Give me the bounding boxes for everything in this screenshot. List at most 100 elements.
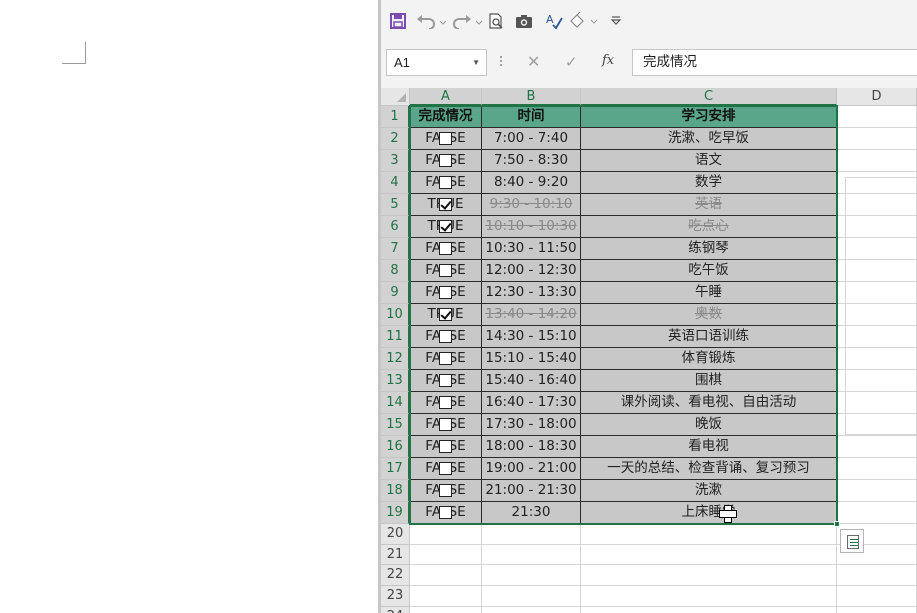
status-cell[interactable]: FALSE (410, 282, 482, 304)
status-checkbox[interactable] (439, 176, 452, 189)
empty-cell[interactable] (581, 524, 837, 545)
empty-cell[interactable] (837, 565, 917, 587)
status-checkbox[interactable] (439, 506, 452, 519)
time-cell[interactable]: 18:00 - 18:30 (482, 436, 581, 458)
status-cell[interactable]: FALSE (410, 436, 482, 458)
row-header[interactable]: 19 (381, 502, 410, 524)
customize-qat-icon[interactable] (609, 11, 623, 31)
fill-handle[interactable] (834, 521, 840, 527)
task-cell[interactable]: 吃点心 (581, 216, 837, 238)
status-cell[interactable]: FALSE (410, 392, 482, 414)
empty-cell[interactable] (837, 194, 917, 216)
document-page[interactable] (0, 0, 378, 613)
empty-cell[interactable] (581, 586, 837, 607)
empty-cell[interactable] (837, 458, 917, 480)
empty-cell[interactable] (482, 586, 581, 607)
task-cell[interactable]: 体育锻炼 (581, 348, 837, 370)
table-header-cell[interactable]: 完成情况 (410, 106, 482, 128)
empty-cell[interactable] (837, 414, 917, 436)
row-header[interactable]: 7 (381, 238, 410, 260)
task-cell[interactable]: 围棋 (581, 370, 837, 392)
empty-cell[interactable] (837, 392, 917, 414)
time-cell[interactable]: 12:00 - 12:30 (482, 260, 581, 282)
empty-cell[interactable] (837, 282, 917, 304)
empty-cell[interactable] (581, 606, 837, 613)
time-cell[interactable]: 7:00 - 7:40 (482, 128, 581, 150)
time-cell[interactable]: 7:50 - 8:30 (482, 150, 581, 172)
empty-cell[interactable] (410, 565, 482, 587)
row-header[interactable]: 12 (381, 348, 410, 370)
empty-cell[interactable] (837, 304, 917, 326)
cancel-icon[interactable]: ✕ (527, 53, 540, 71)
status-checkbox[interactable] (439, 286, 452, 299)
time-cell[interactable]: 10:30 - 11:50 (482, 238, 581, 260)
chevron-down-icon[interactable]: ▼ (472, 50, 480, 75)
worksheet-grid[interactable]: A B C D 1 2 3 4 5 6 7 8 9 10 11 12 13 14 15 16 17 18 19 20 21 22 2… (381, 88, 917, 613)
print-preview-icon[interactable] (487, 11, 505, 31)
empty-cell[interactable] (837, 586, 917, 607)
row-header[interactable]: 18 (381, 480, 410, 502)
empty-cell[interactable] (837, 480, 917, 502)
status-cell[interactable]: FALSE (410, 414, 482, 436)
empty-cell[interactable] (837, 216, 917, 238)
select-all-button[interactable] (381, 88, 410, 106)
row-header[interactable]: 16 (381, 436, 410, 458)
empty-cell[interactable] (837, 106, 917, 128)
time-cell[interactable]: 15:10 - 15:40 (482, 348, 581, 370)
empty-cell[interactable] (837, 150, 917, 172)
status-checkbox[interactable] (439, 308, 452, 321)
empty-cell[interactable] (837, 172, 917, 194)
column-header-d[interactable]: D (837, 88, 917, 106)
task-cell[interactable]: 课外阅读、看电视、自由活动 (581, 392, 837, 414)
status-checkbox[interactable] (439, 198, 452, 211)
row-header[interactable]: 11 (381, 326, 410, 348)
status-cell[interactable]: FALSE (410, 172, 482, 194)
task-cell[interactable]: 晚饭 (581, 414, 837, 436)
task-cell[interactable]: 吃午饭 (581, 260, 837, 282)
undo-icon[interactable] (415, 11, 449, 31)
status-cell[interactable]: FALSE (410, 260, 482, 282)
table-header-cell[interactable]: 时间 (482, 106, 581, 128)
quick-analysis-icon[interactable] (840, 529, 864, 553)
status-checkbox[interactable] (439, 154, 452, 167)
status-checkbox[interactable] (439, 330, 452, 343)
row-header[interactable]: 1 (381, 106, 410, 128)
insert-function-icon[interactable]: fx (602, 53, 614, 68)
task-cell[interactable]: 洗漱 (581, 480, 837, 502)
empty-cell[interactable] (837, 326, 917, 348)
row-header[interactable]: 23 (381, 586, 410, 607)
time-cell[interactable]: 19:00 - 21:00 (482, 458, 581, 480)
camera-icon[interactable] (514, 11, 534, 31)
formula-input[interactable]: 完成情况 (632, 49, 917, 76)
time-cell[interactable]: 21:00 - 21:30 (482, 480, 581, 502)
time-cell[interactable]: 14:30 - 15:10 (482, 326, 581, 348)
task-cell[interactable]: 看电视 (581, 436, 837, 458)
empty-cell[interactable] (837, 370, 917, 392)
status-cell[interactable]: FALSE (410, 128, 482, 150)
row-header[interactable]: 14 (381, 392, 410, 414)
spelling-icon[interactable]: A (544, 11, 564, 31)
row-header[interactable]: 20 (381, 524, 410, 545)
status-cell[interactable]: TRUE (410, 216, 482, 238)
status-cell[interactable]: FALSE (410, 150, 482, 172)
row-header[interactable]: 6 (381, 216, 410, 238)
empty-cell[interactable] (410, 524, 482, 545)
empty-cell[interactable] (410, 544, 482, 566)
status-cell[interactable]: FALSE (410, 370, 482, 392)
status-checkbox[interactable] (439, 396, 452, 409)
empty-cell[interactable] (482, 565, 581, 587)
row-header[interactable]: 13 (381, 370, 410, 392)
empty-cell[interactable] (482, 544, 581, 566)
row-header[interactable]: 10 (381, 304, 410, 326)
empty-cell[interactable] (581, 565, 837, 587)
status-checkbox[interactable] (439, 352, 452, 365)
status-cell[interactable]: FALSE (410, 238, 482, 260)
time-cell[interactable]: 9:30 - 10:10 (482, 194, 581, 216)
status-checkbox[interactable] (439, 484, 452, 497)
status-cell[interactable]: FALSE (410, 348, 482, 370)
empty-cell[interactable] (837, 502, 917, 524)
time-cell[interactable]: 15:40 - 16:40 (482, 370, 581, 392)
time-cell[interactable]: 8:40 - 9:20 (482, 172, 581, 194)
formula-bar-grip-icon[interactable] (500, 54, 503, 70)
row-header[interactable]: 2 (381, 128, 410, 150)
